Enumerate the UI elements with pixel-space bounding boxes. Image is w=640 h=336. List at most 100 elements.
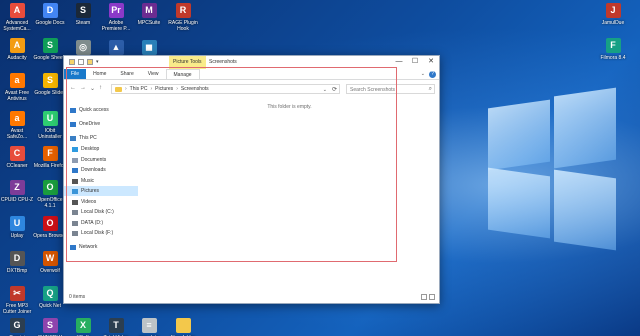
desktop-shortcut-label: Mozilla Firefox — [33, 163, 67, 169]
uplay-icon: U — [9, 216, 25, 231]
nav-item-music[interactable]: Music — [64, 176, 138, 186]
properties-icon[interactable] — [78, 59, 84, 65]
tab-file[interactable]: File — [64, 69, 87, 79]
refresh-icon[interactable]: ⟳ — [332, 86, 337, 93]
desktop-shortcut[interactable]: J JamulDue — [596, 3, 630, 26]
desktop-shortcut[interactable]: Q Quick Net — [33, 286, 67, 309]
nav-item-downloads[interactable]: Downloads — [64, 165, 138, 175]
desktop-shortcut[interactable]: A Audacity — [0, 38, 34, 61]
nav-item-label: Quick access — [79, 107, 109, 113]
file-explorer-window[interactable]: ▾ Picture Tools Screenshots — ☐ ✕ File H… — [63, 55, 440, 304]
address-dropdown-icon[interactable]: ⌄ — [323, 87, 327, 93]
desktop-shortcut[interactable]: U Uplay — [0, 216, 34, 239]
tab-manage[interactable]: Manage — [165, 69, 200, 79]
new-folder-icon[interactable] — [87, 59, 93, 65]
up-icon[interactable]: ↑ — [99, 85, 102, 91]
view-buttons — [421, 294, 435, 300]
back-icon[interactable]: ← — [70, 85, 76, 91]
forward-icon[interactable]: → — [80, 85, 86, 91]
desktop-shortcut[interactable]: M MPCSuite — [132, 3, 166, 26]
desktop-shortcut[interactable]: ≡new data — [132, 318, 166, 336]
downloads-icon — [72, 167, 78, 173]
nav-item-network[interactable]: Network — [64, 242, 138, 252]
desktop-shortcut[interactable]: S Google Slides — [33, 73, 67, 96]
google-slides-icon: S — [42, 73, 58, 88]
maximize-button[interactable]: ☐ — [407, 56, 423, 68]
nav-item-videos[interactable]: Videos — [64, 197, 138, 207]
desktop-shortcut[interactable]: New folder — [166, 318, 200, 336]
nav-item-pictures[interactable]: Pictures — [64, 186, 138, 196]
nav-item-this-pc[interactable]: This PC — [64, 133, 138, 143]
desktop-shortcut[interactable]: a Avast SafeZo... — [0, 111, 34, 140]
desktop-shortcut[interactable]: XXSplit — [66, 318, 100, 336]
large-icons-view-icon[interactable] — [429, 294, 435, 300]
nav-item-label: Videos — [81, 199, 97, 205]
desktop-shortcut[interactable]: a Avast Free Antivirus — [0, 73, 34, 102]
desktop-shortcut-label: Steam — [75, 20, 91, 26]
desktop-shortcut[interactable]: F Mozilla Firefox — [33, 146, 67, 169]
iobit-uninstaller-icon: U — [42, 111, 58, 126]
desktop-shortcut[interactable]: O Opera Browser — [33, 216, 67, 239]
nav-item-data-d[interactable]: DATA (D:) — [64, 218, 138, 228]
gemini-icon: G — [9, 318, 25, 333]
nav-item-local-disk-f[interactable]: Local Disk (F:) — [64, 228, 138, 238]
desktop-shortcut[interactable]: S Google Sheets — [33, 38, 67, 61]
recent-locations-icon[interactable]: ⌄ — [90, 85, 95, 92]
desktop-shortcut[interactable]: ✂ Free MP3 Cutter Joiner — [0, 286, 34, 315]
desktop-shortcut[interactable]: R RAGE Plugin Hook — [166, 3, 200, 32]
desktop-shortcut[interactable]: GGemini — [0, 318, 34, 336]
address-bar[interactable]: › This PC › Pictures › Screenshots ⌄ ⟳ — [111, 84, 340, 94]
desktop-shortcut-label: CCleaner — [6, 163, 28, 169]
folder-icon[interactable] — [69, 59, 75, 65]
picture-tools-context-tab: Picture Tools — [169, 56, 206, 69]
nav-item-desktop[interactable]: Desktop — [64, 144, 138, 154]
content-area[interactable]: This folder is empty. — [140, 97, 439, 291]
desktop-shortcut[interactable]: F Filmora 8.4 — [596, 38, 630, 61]
desktop-shortcut[interactable]: W Overwolf — [33, 251, 67, 274]
desktop-shortcut[interactable]: C CCleaner — [0, 146, 34, 169]
videos-icon — [72, 199, 78, 205]
desktop-shortcut[interactable]: D DXTBmp — [0, 251, 34, 274]
cloud-icon — [70, 121, 76, 127]
desktop-shortcut[interactable]: S Steam — [66, 3, 100, 26]
desktop-shortcut[interactable]: Pr Adobe Premiere P... — [99, 3, 133, 32]
breadcrumb-screenshots[interactable]: Screenshots — [181, 86, 209, 92]
nav-item-label: Network — [79, 244, 98, 250]
desktop-shortcut[interactable]: A Advanced SystemCa... — [0, 3, 34, 32]
breadcrumb-pictures[interactable]: Pictures — [155, 86, 173, 92]
nav-item-quick-access[interactable]: Quick access — [64, 105, 138, 115]
audacity-icon: A — [9, 38, 25, 53]
desktop-shortcut-label: Audacity — [7, 55, 27, 61]
nav-item-local-disk-c[interactable]: Local Disk (C:) — [64, 207, 138, 217]
qat-dropdown-icon[interactable]: ▾ — [96, 59, 99, 65]
desktop-shortcut-label: CPUID CPU-Z — [0, 197, 34, 203]
desktop-shortcut-label: Adobe Premiere P... — [101, 20, 131, 32]
desktop-shortcut[interactable]: O OpenOffice 4.1.1 — [33, 180, 67, 209]
windows-logo-pane — [488, 99, 550, 171]
search-input[interactable]: Search Screenshots ⌕ — [346, 84, 435, 94]
breadcrumb-this-pc[interactable]: This PC — [130, 86, 148, 92]
desktop-shortcut[interactable]: SSKINSRLY — [33, 318, 67, 336]
nav-item-documents[interactable]: Documents — [64, 155, 138, 165]
tab-home[interactable]: Home — [86, 69, 113, 79]
avast-free-antivirus-icon: a — [9, 73, 25, 88]
details-view-icon[interactable] — [421, 294, 427, 300]
breadcrumb-separator: › — [176, 86, 178, 92]
help-icon[interactable]: ? — [429, 71, 436, 78]
desktop-shortcut[interactable]: TTotal Video — [99, 318, 133, 336]
title-bar[interactable]: ▾ Picture Tools Screenshots — ☐ ✕ — [64, 56, 439, 69]
expand-ribbon-icon[interactable]: ⌄ — [421, 71, 425, 77]
tab-view[interactable]: View — [141, 69, 166, 79]
desktop-shortcut[interactable]: U IObit Uninstaller — [33, 111, 67, 140]
disk-icon — [72, 220, 78, 226]
minimize-button[interactable]: — — [391, 56, 407, 68]
desktop-shortcut[interactable]: Z CPUID CPU-Z — [0, 180, 34, 203]
desktop-shortcut[interactable]: D Google Docs — [33, 3, 67, 26]
nav-item-label: Downloads — [81, 167, 106, 173]
tab-share[interactable]: Share — [113, 69, 140, 79]
network-icon — [70, 244, 76, 250]
pictures-icon — [72, 188, 78, 194]
close-button[interactable]: ✕ — [423, 56, 439, 68]
firefox-icon: F — [42, 146, 58, 161]
nav-item-onedrive[interactable]: OneDrive — [64, 119, 138, 129]
